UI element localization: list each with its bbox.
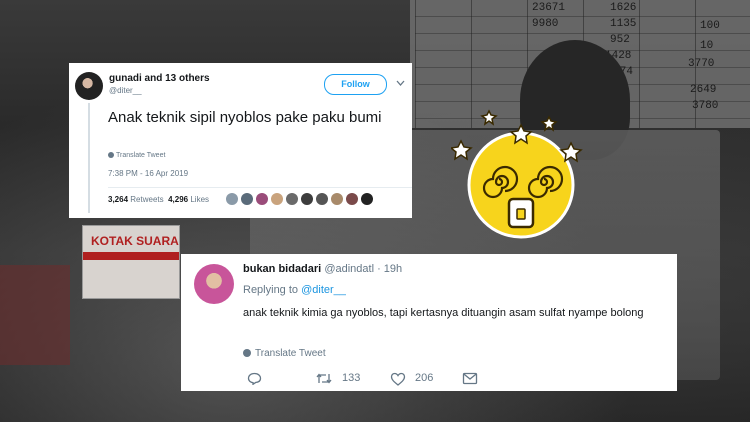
follow-button[interactable]: Follow [324, 74, 387, 95]
globe-icon [108, 152, 114, 159]
liker-avatar[interactable] [226, 193, 238, 205]
retweets-count[interactable]: 133 [342, 372, 360, 384]
liker-avatar[interactable] [286, 193, 298, 205]
tweet-author-handle[interactable]: @diter__ [109, 86, 142, 95]
liker-avatar[interactable] [256, 193, 268, 205]
likes-count[interactable]: 4,296 [168, 195, 188, 204]
liker-avatars [226, 193, 373, 205]
tweet-timestamp[interactable]: 7:38 PM - 16 Apr 2019 [108, 169, 188, 178]
avatar[interactable] [194, 264, 234, 304]
replying-to: Replying to @diter__ [243, 284, 346, 296]
red-panel [0, 265, 70, 365]
globe-icon [243, 349, 251, 358]
replying-to-link[interactable]: @diter__ [301, 284, 346, 296]
likes-label: Likes [190, 195, 210, 204]
liker-avatar[interactable] [271, 193, 283, 205]
liker-avatar[interactable] [346, 193, 358, 205]
likes-count[interactable]: 206 [415, 372, 433, 384]
liker-avatar[interactable] [361, 193, 373, 205]
reply-text: anak teknik kimia ga nyoblos, tapi kerta… [243, 307, 644, 319]
chevron-down-icon[interactable] [396, 79, 405, 88]
thread-line [88, 103, 90, 213]
liker-avatar[interactable] [301, 193, 313, 205]
tweet-card-reply: bukan bidadari @adindatl · 19h Replying … [181, 254, 677, 391]
retweets-label: Retweets [130, 195, 164, 204]
ballot-box-label: KOTAK SUARA [82, 225, 180, 299]
message-icon[interactable] [462, 372, 478, 388]
retweet-icon[interactable] [315, 372, 333, 388]
heart-icon[interactable] [390, 372, 406, 389]
reply-handle-time: @adindatl · 19h [324, 263, 403, 275]
liker-avatar[interactable] [331, 193, 343, 205]
tweet-card-original: gunadi and 13 others @diter__ Follow Ana… [69, 63, 412, 218]
dizzy-face-emoji [449, 103, 591, 243]
tweet-stats: 3,264 Retweets 4,296 Likes [108, 195, 209, 204]
liker-avatar[interactable] [316, 193, 328, 205]
reply-author-name[interactable]: bukan bidadari [243, 263, 321, 275]
tweet-author-name[interactable]: gunadi and 13 others [109, 73, 210, 84]
translate-tweet-link[interactable]: Translate Tweet [243, 348, 326, 359]
retweets-count[interactable]: 3,264 [108, 195, 128, 204]
reply-author[interactable]: bukan bidadari @adindatl · 19h [243, 263, 402, 275]
translate-tweet-link[interactable]: Translate Tweet [108, 152, 165, 159]
reply-icon[interactable] [247, 372, 262, 388]
divider [108, 187, 412, 188]
tweet-text: Anak teknik sipil nyoblos pake paku bumi [108, 109, 382, 126]
liker-avatar[interactable] [241, 193, 253, 205]
avatar[interactable] [75, 72, 103, 100]
